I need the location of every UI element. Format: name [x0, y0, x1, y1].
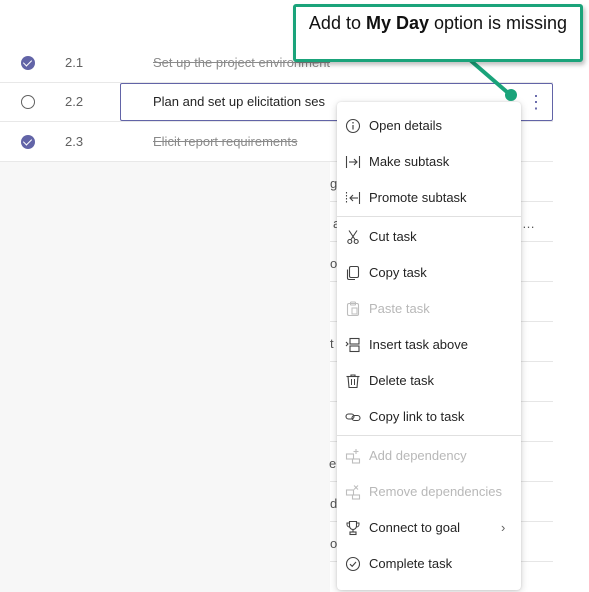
menu-item-cut-task[interactable]: Cut task — [337, 219, 521, 255]
text-fragment: t — [330, 336, 334, 351]
blurred-task-list — [0, 162, 330, 592]
outdent-icon — [345, 192, 361, 204]
menu-item-copy-link[interactable]: Copy link to task — [337, 399, 521, 435]
menu-item-label: Copy task — [369, 265, 427, 280]
callout-text-bold: My Day — [365, 13, 429, 33]
menu-item-insert-task-above[interactable]: Insert task above — [337, 327, 521, 363]
more-options-icon[interactable]: ⋮ — [527, 92, 545, 112]
scissors-icon — [347, 230, 359, 245]
menu-item-label: Add dependency — [369, 448, 467, 463]
menu-separator — [337, 435, 521, 436]
callout-text-prefix: Add to — [308, 13, 366, 33]
task-name[interactable]: Elicit report requirements — [153, 134, 298, 149]
callout-text-suffix: option is missing — [429, 13, 568, 33]
menu-separator — [337, 216, 521, 217]
menu-item-paste-task[interactable]: Paste task — [337, 291, 521, 327]
task-name[interactable]: Plan and set up elicitation ses — [153, 94, 325, 109]
copy-icon — [346, 265, 360, 281]
menu-item-connect-to-goal[interactable]: Connect to goal › — [337, 510, 521, 546]
remove-dependency-icon — [345, 485, 361, 500]
task-number: 2.2 — [65, 94, 84, 109]
paste-icon — [346, 301, 360, 317]
menu-item-label: Open details — [369, 118, 442, 133]
menu-item-promote-subtask[interactable]: Promote subtask — [337, 180, 521, 216]
annotation-callout: Add to My Day option is missing — [293, 4, 583, 62]
menu-item-label: Cut task — [369, 229, 417, 244]
menu-item-label: Complete task — [369, 556, 453, 571]
menu-item-label: Delete task — [369, 373, 435, 388]
insert-above-icon — [345, 337, 360, 353]
text-fragment: … — [522, 216, 535, 231]
check-circle-icon — [345, 556, 361, 572]
task-number: 2.1 — [65, 55, 84, 70]
menu-item-label: Paste task — [369, 301, 430, 316]
menu-item-complete-task[interactable]: Complete task — [337, 546, 521, 582]
completed-check-icon[interactable] — [21, 56, 35, 70]
menu-item-delete-task[interactable]: Delete task — [337, 363, 521, 399]
completed-check-icon[interactable] — [21, 135, 35, 149]
link-icon — [345, 413, 361, 422]
menu-item-make-subtask[interactable]: Make subtask — [337, 144, 521, 180]
indent-icon — [345, 156, 361, 168]
task-number: 2.3 — [65, 134, 84, 149]
trophy-icon — [346, 520, 360, 536]
menu-item-label: Connect to goal — [369, 520, 461, 535]
menu-item-copy-task[interactable]: Copy task — [337, 255, 521, 291]
menu-item-label: Insert task above — [369, 337, 468, 352]
menu-item-label: Promote subtask — [369, 190, 467, 205]
add-dependency-icon — [345, 449, 361, 464]
menu-item-label: Copy link to task — [369, 409, 465, 424]
menu-item-add-dependency[interactable]: Add dependency — [337, 438, 521, 474]
menu-item-label: Make subtask — [369, 154, 450, 169]
menu-item-open-details[interactable]: Open details — [337, 108, 521, 144]
incomplete-circle-icon[interactable] — [21, 95, 35, 109]
info-icon — [345, 118, 361, 134]
text-fragment: e — [329, 456, 337, 471]
task-context-menu: Open details Make subtask Promote subtas… — [337, 102, 521, 590]
trash-icon — [346, 374, 360, 389]
chevron-right-icon: › — [501, 520, 506, 535]
menu-item-label: Remove dependencies — [369, 484, 502, 499]
menu-item-remove-dependencies[interactable]: Remove dependencies — [337, 474, 521, 510]
